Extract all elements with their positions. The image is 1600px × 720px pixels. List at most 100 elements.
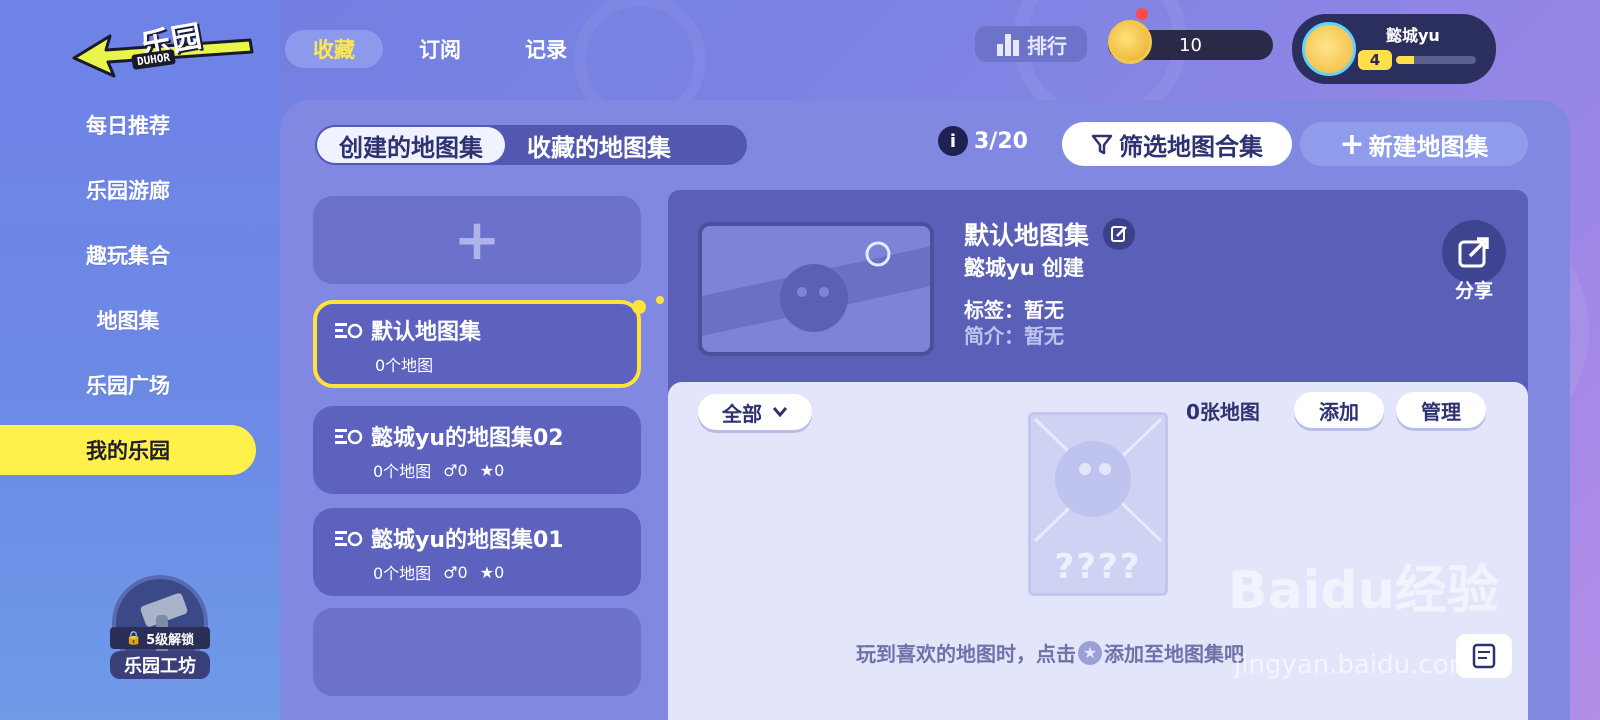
edit-icon[interactable] — [1103, 218, 1136, 250]
sidebar-item-plaza[interactable]: 乐园广场 — [0, 360, 256, 410]
rank-button[interactable]: 排行 — [975, 26, 1087, 62]
workshop-label: 乐园工坊 — [110, 651, 210, 679]
coin-value: 10 — [1179, 34, 1202, 56]
hint-after: 添加至地图集吧 — [1104, 642, 1244, 666]
level-badge: 4 — [1358, 50, 1392, 70]
workshop-button[interactable]: 🔒 5级解锁 乐园工坊 — [110, 575, 210, 680]
play-count: ♂0 — [443, 563, 468, 582]
list-icon — [335, 429, 363, 445]
top-tabs: 收藏 订阅 记录 — [285, 30, 595, 68]
detail-intro: 简介：暂无 — [964, 324, 1064, 348]
empty-hint: 玩到喜欢的地图时，点击 ★ 添加至地图集吧 — [856, 638, 1244, 667]
sub-tabs: 创建的地图集 收藏的地图集 — [315, 125, 747, 165]
star-icon: ★ — [479, 460, 495, 480]
user-name: 懿城yu — [1386, 26, 1440, 45]
watermark-url: jingyan.baidu.com — [1234, 650, 1474, 680]
filter-icon — [1091, 134, 1113, 155]
detail-title-text: 默认地图集 — [964, 221, 1090, 250]
collection-card[interactable]: 懿城yu的地图集01 0个地图 ♂0 ★0 — [313, 508, 641, 596]
tab-favorites[interactable]: 收藏 — [285, 30, 383, 68]
plus-icon: + — [1339, 126, 1365, 162]
play-count-value: 0 — [457, 562, 468, 582]
filter-button[interactable]: 筛选地图合集 — [1062, 122, 1292, 166]
star-count-value: 0 — [494, 562, 505, 582]
collection-title: 懿城yu的地图集02 — [371, 426, 564, 451]
collection-count: i 3/20 — [938, 126, 1028, 156]
avatar — [1302, 22, 1356, 76]
collection-cover — [698, 222, 934, 356]
collection-title: 默认地图集 — [371, 320, 482, 345]
sidebar-item-daily[interactable]: 每日推荐 — [0, 100, 256, 150]
workshop-lock-label: 🔒 5级解锁 — [110, 627, 210, 649]
add-button[interactable]: 添加 — [1294, 392, 1384, 428]
coin-icon[interactable] — [1108, 20, 1152, 64]
plus-icon: + — [453, 207, 501, 273]
user-profile[interactable]: 懿城yu 4 — [1292, 14, 1496, 84]
chevron-down-icon — [772, 407, 788, 418]
collection-count-text: 3/20 — [974, 128, 1028, 154]
play-icon: ♂ — [443, 562, 458, 582]
sidebar: 乐园 DUHOR 每日推荐 乐园游廊 趣玩集合 地图集 乐园广场 我的乐园 🔒 … — [0, 0, 280, 720]
star-count: ★0 — [480, 461, 505, 480]
collection-map-count: 0个地图 — [375, 356, 434, 375]
empty-placeholder: ???? — [1028, 412, 1168, 596]
list-icon — [335, 531, 363, 547]
filter-label: 筛选地图合集 — [1119, 132, 1263, 161]
lock-icon: 🔒 — [125, 630, 143, 646]
detail-tag: 标签：暂无 — [964, 298, 1064, 322]
detail-title: 默认地图集 — [964, 216, 1136, 252]
bar-chart-icon — [997, 34, 1019, 56]
note-icon — [1472, 643, 1496, 669]
collection-map-count: 0个地图 — [373, 462, 432, 481]
play-count: ♂0 — [443, 461, 468, 480]
selection-dot — [632, 300, 646, 314]
share-icon — [1442, 220, 1506, 284]
info-icon[interactable]: i — [938, 126, 968, 156]
star-count: ★0 — [480, 563, 505, 582]
rank-label: 排行 — [1027, 33, 1067, 58]
hint-before: 玩到喜欢的地图时，点击 — [856, 642, 1076, 666]
sidebar-item-fun-collection[interactable]: 趣玩集合 — [0, 230, 256, 280]
sidebar-item-gallery[interactable]: 乐园游廊 — [0, 165, 256, 215]
back-logo-button[interactable]: 乐园 DUHOR — [70, 14, 270, 84]
xp-bar — [1396, 56, 1476, 64]
collection-card[interactable]: 默认地图集 0个地图 — [313, 300, 641, 388]
mascot-icon — [702, 241, 930, 336]
sidebar-item-map-collections[interactable]: 地图集 — [0, 295, 256, 345]
pencil-icon — [1111, 226, 1127, 242]
map-count: 0张地图 — [1186, 400, 1260, 424]
play-count-value: 0 — [457, 460, 468, 480]
add-collection-card[interactable]: + — [313, 196, 641, 284]
collection-title: 懿城yu的地图集01 — [371, 528, 564, 553]
sidebar-item-my-park[interactable]: 我的乐园 — [0, 425, 256, 475]
tab-favorited-collections[interactable]: 收藏的地图集 — [505, 127, 693, 163]
xp-fill — [1396, 56, 1414, 64]
star-icon: ★ — [1078, 640, 1102, 665]
empty-collection-slot — [313, 608, 641, 696]
share-label: 分享 — [1454, 280, 1493, 302]
star-icon: ★ — [479, 562, 495, 582]
collection-card[interactable]: 懿城yu的地图集02 0个地图 ♂0 ★0 — [313, 406, 641, 494]
collection-map-count: 0个地图 — [373, 564, 432, 583]
detail-creator: 懿城yu 创建 — [964, 256, 1084, 280]
category-dropdown[interactable]: 全部 — [698, 394, 812, 430]
tab-subscriptions[interactable]: 订阅 — [391, 30, 489, 68]
watermark-logo: Baidu经验 — [1228, 561, 1499, 621]
list-icon — [335, 323, 363, 339]
mascot-placeholder-icon — [1033, 417, 1163, 543]
tab-records[interactable]: 记录 — [497, 30, 595, 68]
new-collection-button[interactable]: + 新建地图集 — [1300, 122, 1528, 166]
share-button[interactable]: 分享 — [1442, 220, 1506, 302]
selection-dot — [656, 296, 664, 304]
tab-created-collections[interactable]: 创建的地图集 — [317, 127, 505, 163]
dropdown-value: 全部 — [722, 401, 762, 426]
manage-button[interactable]: 管理 — [1396, 392, 1486, 428]
star-count-value: 0 — [494, 460, 505, 480]
detail-header: 默认地图集 懿城yu 创建 标签：暂无 简介：暂无 分享 — [668, 190, 1528, 382]
placeholder-text: ???? — [1054, 547, 1142, 587]
new-collection-label: 新建地图集 — [1368, 132, 1489, 161]
notification-dot — [1136, 8, 1148, 20]
workshop-lock-text: 5级解锁 — [146, 632, 195, 648]
collection-detail: 默认地图集 懿城yu 创建 标签：暂无 简介：暂无 分享 全部 0张地图 添加 … — [668, 190, 1528, 720]
play-icon: ♂ — [443, 460, 458, 480]
